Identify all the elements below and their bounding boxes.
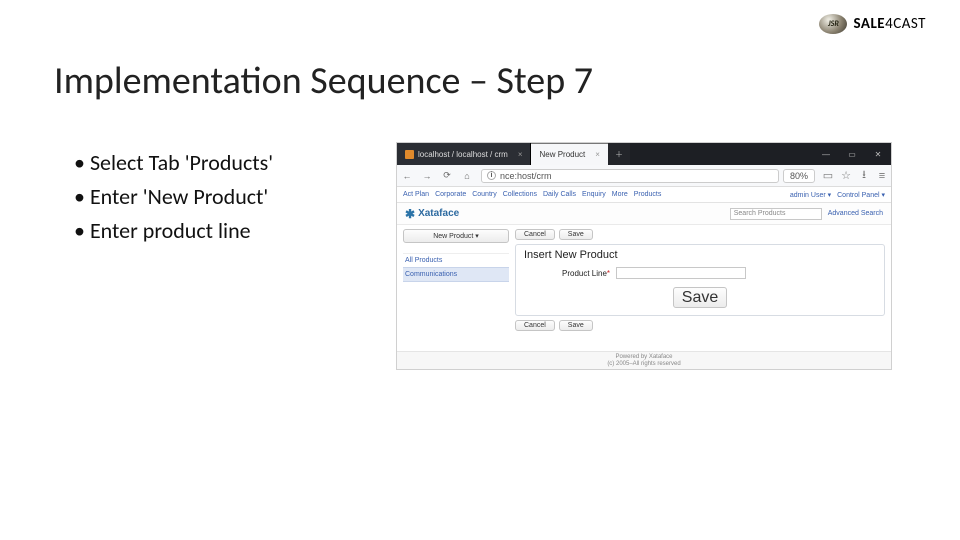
sidebar-item-all-products[interactable]: All Products: [403, 254, 509, 267]
browser-tab-inactive[interactable]: localhost / localhost / crm ×: [397, 143, 531, 165]
save-button[interactable]: Save: [559, 229, 593, 240]
back-icon[interactable]: ←: [397, 171, 417, 181]
url-text: nce:host/crm: [500, 171, 552, 181]
favicon-icon: [405, 150, 414, 159]
bullet-item: Enter product line: [74, 214, 273, 248]
browser-screenshot: localhost / localhost / crm × New Produc…: [396, 142, 892, 370]
browser-toolbar: ← → ⟳ ⌂ i nce:host/crm 80% ▭ ☆ ⭳ ≡: [397, 165, 891, 187]
save-button[interactable]: Save: [559, 320, 593, 331]
logo-text: SALE 4 CAST: [853, 15, 926, 33]
download-icon[interactable]: ⭳: [855, 166, 873, 185]
nav-item[interactable]: Country: [472, 191, 497, 198]
forward-icon[interactable]: →: [417, 171, 437, 181]
site-info-icon[interactable]: i: [487, 171, 496, 180]
slide-bullets: Select Tab 'Products' Enter 'New Product…: [74, 146, 273, 248]
app-footer: Powered by Xataface (c) 2005–All rights …: [397, 351, 891, 369]
nav-item-products[interactable]: Products: [634, 191, 662, 198]
main-content: Cancel Save Insert New Product Product L…: [515, 225, 891, 351]
advanced-search-link[interactable]: Advanced Search: [828, 210, 883, 217]
bullet-item: Select Tab 'Products': [74, 146, 273, 180]
close-tab-icon[interactable]: ×: [595, 150, 600, 159]
bullet-item: Enter 'New Product': [74, 180, 273, 214]
field-label-product-line: Product Line*: [562, 269, 610, 278]
slide-title: Implementation Sequence – Step 7: [54, 58, 593, 104]
nav-item[interactable]: Corporate: [435, 191, 466, 198]
brand-logo: JSR SALE 4 CAST: [819, 14, 926, 34]
footer-line: Powered by Xataface: [397, 354, 891, 361]
logo-text-thin: CAST: [893, 15, 926, 33]
insert-product-panel: Insert New Product Product Line* Save: [515, 244, 885, 316]
reload-icon[interactable]: ⟳: [437, 170, 457, 181]
window-minimize-icon[interactable]: —: [813, 143, 839, 165]
tab-label: New Product: [539, 150, 585, 159]
cancel-button[interactable]: Cancel: [515, 320, 555, 331]
new-product-button[interactable]: New Product ▾: [403, 229, 509, 243]
home-icon[interactable]: ⌂: [457, 171, 477, 181]
window-close-icon[interactable]: ✕: [865, 143, 891, 165]
browser-titlebar: localhost / localhost / crm × New Produc…: [397, 143, 891, 165]
logo-badge: JSR: [819, 14, 847, 34]
new-tab-button[interactable]: ＋: [608, 143, 630, 165]
bookmark-icon[interactable]: ☆: [837, 169, 855, 182]
logo-text-bold: SALE: [853, 15, 885, 33]
nav-item[interactable]: Daily Calls: [543, 191, 576, 198]
nav-item[interactable]: Collections: [503, 191, 537, 198]
app-header: ✱ Xataface Search Products Advanced Sear…: [397, 203, 891, 225]
save-button[interactable]: Save: [673, 287, 727, 308]
required-mark: *: [607, 269, 610, 278]
app-nav: Act Plan Corporate Country Collections D…: [397, 187, 891, 203]
browser-tab-active[interactable]: New Product ×: [531, 143, 607, 165]
tab-label: localhost / localhost / crm: [418, 150, 508, 159]
zoom-indicator[interactable]: 80%: [783, 169, 815, 183]
logo-text-mid: 4: [885, 15, 893, 33]
sidebar: New Product ▾ All Products Communication…: [397, 225, 515, 351]
window-maximize-icon[interactable]: ▭: [839, 143, 865, 165]
product-line-input[interactable]: [616, 267, 746, 279]
brand-icon: ✱: [405, 207, 415, 221]
sidebar-item-communications[interactable]: Communications: [403, 267, 509, 282]
search-input[interactable]: Search Products: [730, 208, 822, 220]
menu-icon[interactable]: ≡: [873, 170, 891, 182]
nav-item[interactable]: More: [612, 191, 628, 198]
user-menu[interactable]: admin User ▾: [790, 191, 831, 199]
app-brand: ✱ Xataface: [405, 207, 459, 221]
url-bar[interactable]: i nce:host/crm: [481, 169, 779, 183]
control-panel-menu[interactable]: Control Panel ▾: [837, 191, 885, 199]
nav-item[interactable]: Enquiry: [582, 191, 606, 198]
footer-line: (c) 2005–All rights reserved: [397, 361, 891, 368]
panel-heading: Insert New Product: [524, 249, 876, 261]
brand-text: Xataface: [418, 208, 459, 219]
close-tab-icon[interactable]: ×: [518, 150, 523, 159]
cancel-button[interactable]: Cancel: [515, 229, 555, 240]
nav-item[interactable]: Act Plan: [403, 191, 429, 198]
reader-icon[interactable]: ▭: [819, 169, 837, 182]
